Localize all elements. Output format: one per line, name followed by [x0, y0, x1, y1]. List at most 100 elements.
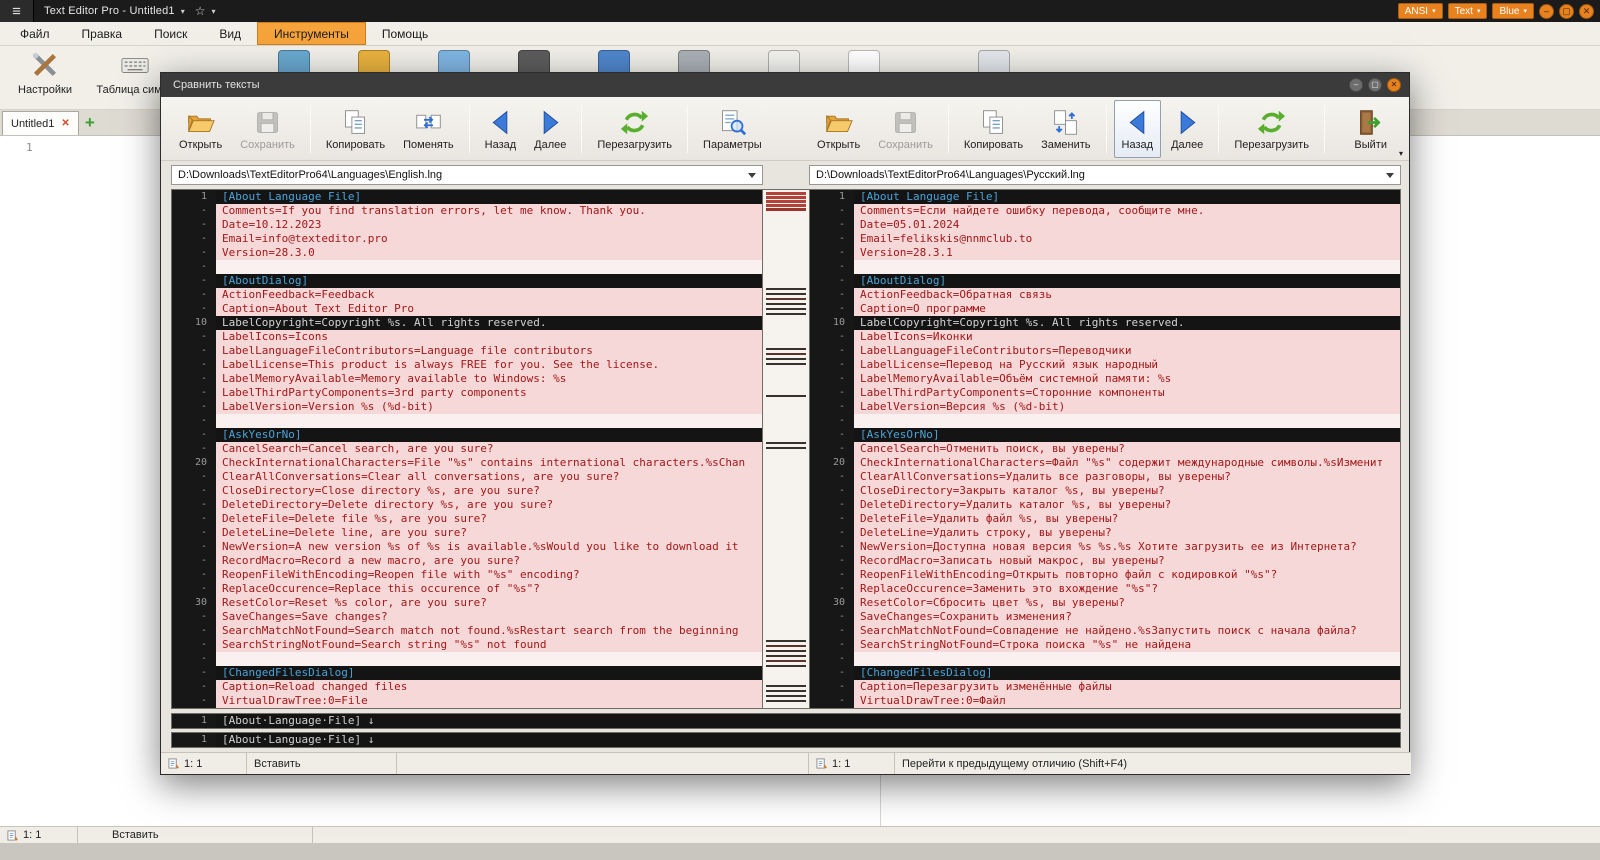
close-button[interactable]: ✕	[1579, 4, 1594, 19]
maximize-button[interactable]: ▢	[1559, 4, 1574, 19]
dialog-close-button[interactable]: ✕	[1387, 78, 1401, 92]
gutter-number: -	[810, 414, 854, 428]
menu-file[interactable]: Файл	[4, 22, 66, 45]
settings-button[interactable]: Настройки	[2, 50, 88, 106]
dialog-toolbar: ОткрытьСохранитьКопироватьПоменятьНазадД…	[161, 97, 1409, 161]
favorites-star-icon[interactable]: ☆	[195, 4, 206, 18]
diffmap-stripe	[766, 695, 806, 697]
code-line-text: [AskYesOrNo]	[854, 428, 1400, 442]
code-line-text: Version=28.3.0	[216, 246, 762, 260]
gutter-number: -	[810, 260, 854, 274]
options-button[interactable]: Параметры	[695, 100, 770, 158]
prev-diff-left-button[interactable]: Назад	[477, 100, 525, 158]
gutter-number: -	[172, 372, 216, 386]
window-title: Text Editor Pro - Untitled1	[44, 5, 175, 17]
favorites-dropdown-icon[interactable]: ▾	[212, 7, 216, 16]
menu-tools[interactable]: Инструменты	[257, 22, 366, 45]
code-line-text: Comments=If you find translation errors,…	[216, 204, 762, 218]
toolbar-separator	[469, 105, 470, 153]
hamburger-menu-button[interactable]: ≡	[0, 0, 34, 22]
chevron-down-icon	[748, 173, 756, 178]
gutter-number: -	[172, 554, 216, 568]
code-line: -ActionFeedback=Feedback	[172, 288, 762, 302]
toolbar-overflow-icon[interactable]: ▾	[1399, 149, 1403, 158]
gutter-number: -	[172, 498, 216, 512]
code-line-text: [AskYesOrNo]	[216, 428, 762, 442]
prev-diff-right-button[interactable]: Назад	[1114, 100, 1162, 158]
code-line-text: RecordMacro=Record a new macro, are you …	[216, 554, 762, 568]
tab-close-icon[interactable]: ✕	[61, 118, 69, 129]
gutter-number: 20	[810, 456, 854, 470]
copy-right-label: Копировать	[964, 139, 1023, 151]
reload-right-button[interactable]: Перезагрузить	[1226, 100, 1317, 158]
gutter-number: -	[172, 652, 216, 666]
code-line: -LabelIcons=Icons	[172, 330, 762, 344]
code-line-text: Email=info@texteditor.pro	[216, 232, 762, 246]
open-left-label: Открыть	[179, 139, 222, 151]
gutter-number: 1	[810, 190, 854, 204]
menu-view[interactable]: Вид	[203, 22, 257, 45]
code-line-text: [ChangedFilesDialog]	[854, 666, 1400, 680]
next-diff-left-button[interactable]: Далее	[526, 100, 574, 158]
exit-label: Выйти	[1354, 139, 1387, 151]
gutter-number: -	[172, 428, 216, 442]
code-line: -SearchMatchNotFound=Search match not fo…	[172, 624, 762, 638]
copy-right-button[interactable]: Копировать	[956, 100, 1031, 158]
gutter-number: -	[810, 498, 854, 512]
next-diff-right-button[interactable]: Далее	[1163, 100, 1211, 158]
theme-dropdown[interactable]: Blue▾	[1492, 3, 1534, 19]
diffmap-stripe	[766, 288, 806, 290]
encoding-dropdown[interactable]: ANSI▾	[1398, 3, 1443, 19]
gutter-number: -	[810, 582, 854, 596]
dialog-titlebar[interactable]: Сравнить тексты – ▢ ✕	[161, 73, 1409, 97]
code-line-text: LabelCopyright=Copyright %s. All rights …	[854, 316, 1400, 330]
code-line-text: ResetColor=Сбросить цвет %s, вы уверены?	[854, 596, 1400, 610]
left-editor[interactable]: 1[About Language File]-Comments=If you f…	[171, 189, 763, 709]
menu-search[interactable]: Поиск	[138, 22, 203, 45]
menu-edit[interactable]: Правка	[66, 22, 139, 45]
code-line-text: ResetColor=Reset %s color, are you sure?	[216, 596, 762, 610]
new-tab-button[interactable]: +	[79, 111, 101, 135]
exit-button[interactable]: Выйти	[1346, 100, 1395, 158]
left-insert-mode[interactable]: Вставить	[247, 753, 397, 774]
code-line: -Email=info@texteditor.pro	[172, 232, 762, 246]
copy-left-button[interactable]: Копировать	[318, 100, 393, 158]
minimize-button[interactable]: –	[1539, 4, 1554, 19]
right-file-combo[interactable]: D:\Downloads\TextEditorPro64\Languages\Р…	[809, 165, 1401, 185]
dialog-window-buttons: – ▢ ✕	[1349, 78, 1409, 92]
open-right-button[interactable]: Открыть	[809, 100, 868, 158]
right-editor[interactable]: 1[About Language File]-Comments=Если най…	[809, 189, 1401, 709]
code-line-text: ReplaceOccurence=Replace this occurence …	[216, 582, 762, 596]
gutter-number: -	[810, 652, 854, 666]
diffmap-stripe	[766, 660, 806, 662]
code-line-text: SaveChanges=Сохранить изменения?	[854, 610, 1400, 624]
code-line-text: SearchMatchNotFound=Совпадение не найден…	[854, 624, 1400, 638]
tab-untitled1[interactable]: Untitled1 ✕	[2, 111, 79, 135]
title-dropdown-icon[interactable]: ▾	[181, 7, 185, 16]
main-insert-mode[interactable]: Вставить	[78, 827, 313, 843]
code-line: 10LabelCopyright=Copyright %s. All right…	[172, 316, 762, 330]
dialog-minimize-button[interactable]: –	[1349, 78, 1363, 92]
swap-button[interactable]: Поменять	[395, 100, 462, 158]
filetype-dropdown[interactable]: Text▾	[1448, 3, 1488, 19]
replace-button[interactable]: Заменить	[1033, 100, 1098, 158]
code-line: -LabelLanguageFileContributors=Переводчи…	[810, 344, 1400, 358]
code-line-text: CancelSearch=Отменить поиск, вы уверены?	[854, 442, 1400, 456]
left-file-combo[interactable]: D:\Downloads\TextEditorPro64\Languages\E…	[171, 165, 763, 185]
dialog-title: Сравнить тексты	[173, 79, 259, 91]
open-left-button[interactable]: Открыть	[171, 100, 230, 158]
caret-position-icon	[816, 758, 827, 769]
code-line-text: CloseDirectory=Закрыть каталог %s, вы ув…	[854, 484, 1400, 498]
gutter-number: -	[172, 442, 216, 456]
menu-help[interactable]: Помощь	[366, 22, 444, 45]
code-line-text: Date=05.01.2024	[854, 218, 1400, 232]
code-line-text: CloseDirectory=Close directory %s, are y…	[216, 484, 762, 498]
code-line-text: LabelThirdPartyComponents=3rd party comp…	[216, 386, 762, 400]
gutter-number: -	[172, 218, 216, 232]
code-line-text	[854, 260, 1400, 274]
gutter-number: -	[810, 218, 854, 232]
diff-map[interactable]	[763, 189, 809, 709]
code-line-text	[216, 260, 762, 274]
reload-left-button[interactable]: Перезагрузить	[589, 100, 680, 158]
dialog-maximize-button[interactable]: ▢	[1368, 78, 1382, 92]
